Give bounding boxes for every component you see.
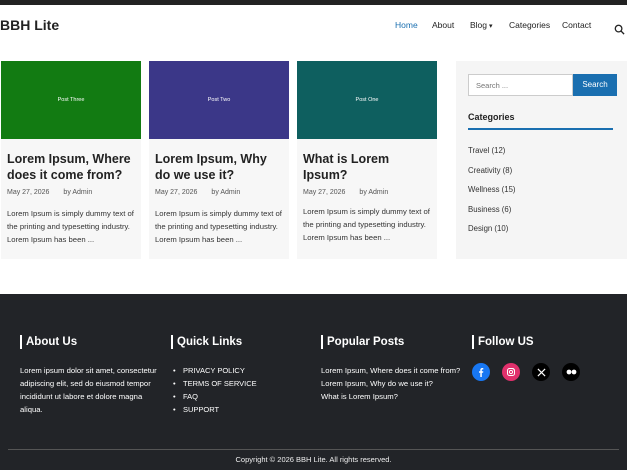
categories-list: Travel (12) Creativity (8) Wellness (15)… <box>468 146 516 244</box>
quick-link[interactable]: PRIVACY POLICY <box>171 364 301 377</box>
popular-post-link[interactable]: Lorem Ipsum, Where does it come from? <box>321 364 461 377</box>
post-title[interactable]: Lorem Ipsum, Where does it come from? <box>1 151 141 183</box>
footer-heading: Quick Links <box>171 335 301 349</box>
footer-quick-links: Quick Links PRIVACY POLICY TERMS OF SERV… <box>171 335 301 416</box>
post-excerpt: Lorem Ipsum is simply dummy text of the … <box>7 209 134 244</box>
quick-links-list: PRIVACY POLICY TERMS OF SERVICE FAQ SUPP… <box>171 364 301 416</box>
post-card[interactable]: Post Three Lorem Ipsum, Where does it co… <box>1 61 141 259</box>
footer-popular-posts: Popular Posts Lorem Ipsum, Where does it… <box>321 335 461 403</box>
nav-contact[interactable]: Contact <box>562 20 591 30</box>
post-date[interactable]: May 27, 2026 <box>155 189 197 196</box>
category-item[interactable]: Wellness (15) <box>468 185 516 205</box>
post-excerpt: Lorem Ipsum is simply dummy text of the … <box>155 209 282 244</box>
post-excerpt: Lorem Ipsum is simply dummy text of the … <box>303 207 430 242</box>
post-thumbnail[interactable]: Post Two <box>149 61 289 139</box>
category-item[interactable]: Travel (12) <box>468 146 516 166</box>
footer-divider <box>8 449 619 450</box>
category-item[interactable]: Business (6) <box>468 205 516 225</box>
category-item[interactable]: Design (10) <box>468 224 516 244</box>
post-date[interactable]: May 27, 2026 <box>303 189 345 196</box>
site-brand[interactable]: BBH Lite <box>0 17 59 33</box>
popular-post-link[interactable]: Lorem Ipsum, Why do we use it? <box>321 377 461 390</box>
popular-posts-list: Lorem Ipsum, Where does it come from? Lo… <box>321 364 461 403</box>
social-links <box>472 363 612 381</box>
instagram-icon[interactable] <box>502 363 520 381</box>
footer-about: About Us Lorem ipsum dolor sit amet, con… <box>20 335 160 416</box>
post-author[interactable]: by Admin <box>359 189 388 196</box>
post-meta: May 27, 2026 by Admin <box>297 189 437 196</box>
post-thumbnail[interactable]: Post One <box>297 61 437 139</box>
footer-heading: Popular Posts <box>321 335 461 349</box>
footer-follow: Follow US <box>472 335 612 381</box>
category-item[interactable]: Creativity (8) <box>468 166 516 186</box>
chevron-down-icon: ▾ <box>489 23 493 30</box>
post-date[interactable]: May 27, 2026 <box>7 189 49 196</box>
post-author[interactable]: by Admin <box>63 189 92 196</box>
facebook-icon[interactable] <box>472 363 490 381</box>
site-footer: About Us Lorem ipsum dolor sit amet, con… <box>0 294 627 470</box>
post-title[interactable]: Lorem Ipsum, Why do we use it? <box>149 151 289 183</box>
sidebar: Search Categories Travel (12) Creativity… <box>456 61 627 259</box>
search-icon[interactable] <box>614 24 625 35</box>
nav-blog-label: Blog <box>470 20 488 30</box>
search-button[interactable]: Search <box>573 74 617 96</box>
thumbnail-label: Post One <box>355 97 379 103</box>
post-meta: May 27, 2026 by Admin <box>1 189 141 196</box>
nav-categories[interactable]: Categories <box>509 20 550 30</box>
footer-about-text: Lorem ipsum dolor sit amet, consectetur … <box>20 366 157 414</box>
thumbnail-label: Post Two <box>207 97 231 103</box>
quick-link[interactable]: SUPPORT <box>171 403 301 416</box>
flickr-icon[interactable] <box>562 363 580 381</box>
popular-post-link[interactable]: What is Lorem Ipsum? <box>321 390 461 403</box>
nav-about[interactable]: About <box>432 20 454 30</box>
quick-link[interactable]: FAQ <box>171 390 301 403</box>
nav-home[interactable]: Home <box>395 20 418 30</box>
post-thumbnail[interactable]: Post Three <box>1 61 141 139</box>
nav-blog[interactable]: Blog ▾ <box>470 20 493 30</box>
post-title[interactable]: What is Lorem Ipsum? <box>297 151 437 183</box>
search-input[interactable] <box>468 74 573 96</box>
quick-link[interactable]: TERMS OF SERVICE <box>171 377 301 390</box>
post-author[interactable]: by Admin <box>211 189 240 196</box>
post-meta: May 27, 2026 by Admin <box>149 189 289 196</box>
copyright-text: Copyright © 2026 BBH Lite. All rights re… <box>235 455 392 464</box>
categories-heading: Categories <box>468 112 613 130</box>
thumbnail-label: Post Three <box>57 97 85 103</box>
post-card[interactable]: Post One What is Lorem Ipsum? May 27, 20… <box>297 61 437 259</box>
post-card[interactable]: Post Two Lorem Ipsum, Why do we use it? … <box>149 61 289 259</box>
footer-heading: About Us <box>20 335 160 349</box>
site-header: BBH Lite Home About Blog ▾ Categories Con… <box>0 5 627 45</box>
footer-heading: Follow US <box>472 335 612 349</box>
main-content: Post Three Lorem Ipsum, Where does it co… <box>0 45 627 294</box>
x-icon[interactable] <box>532 363 550 381</box>
